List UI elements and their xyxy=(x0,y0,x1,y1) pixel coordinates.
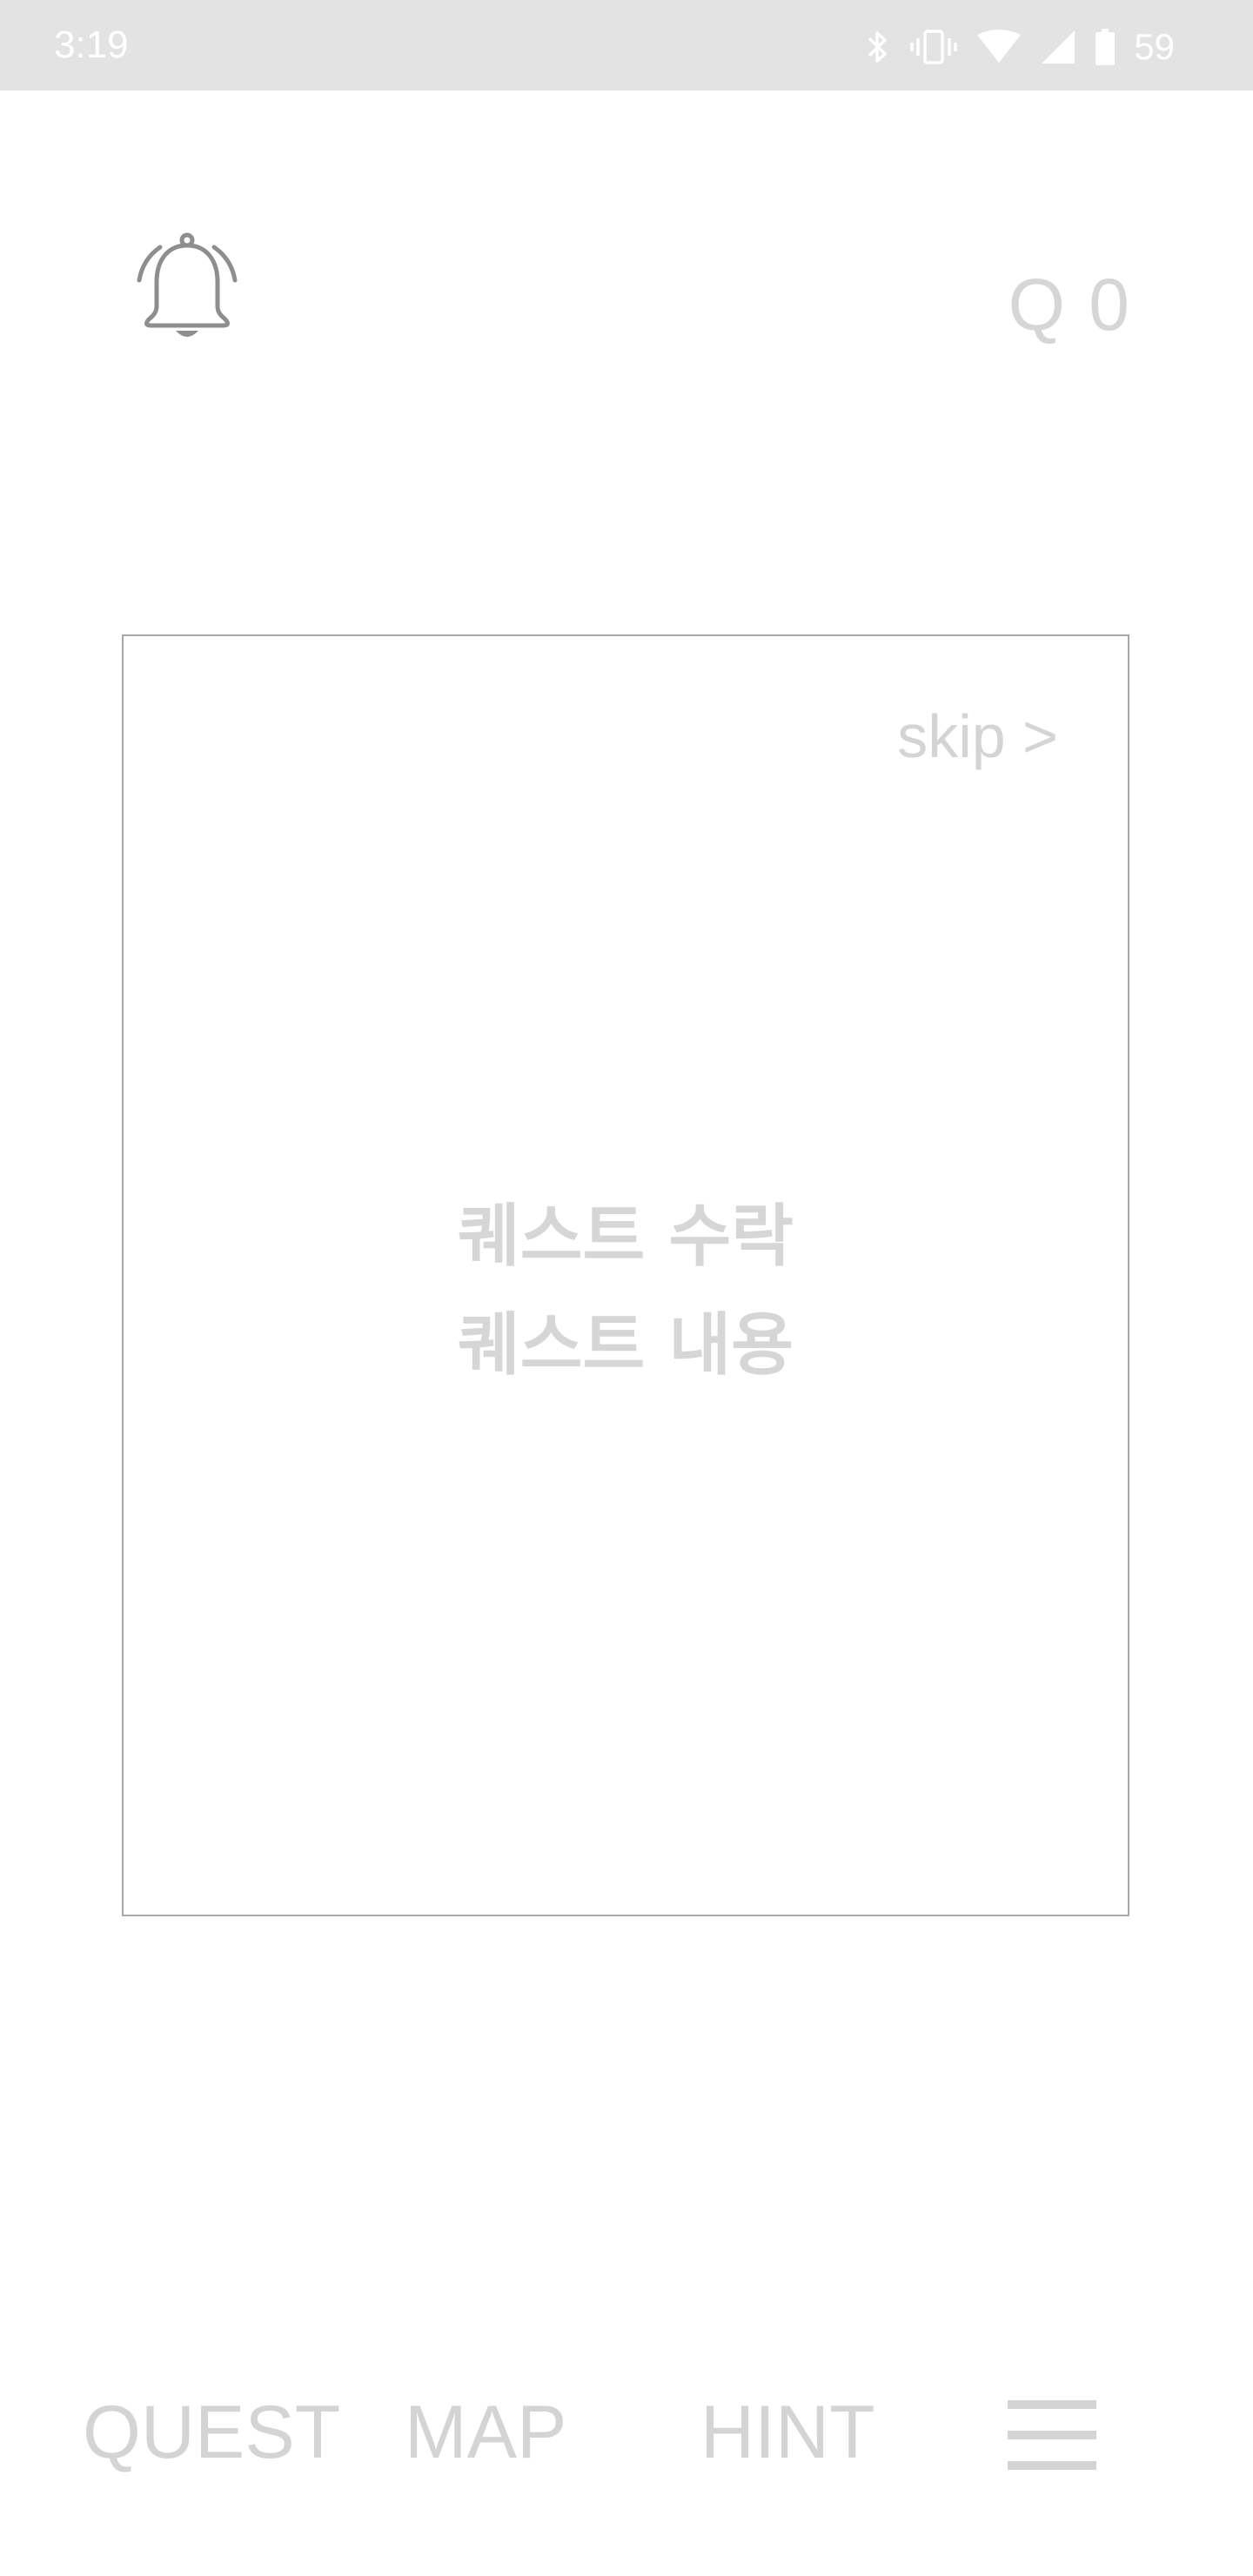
status-icons: 59 xyxy=(866,24,1175,70)
quest-content: 퀘스트 내용 xyxy=(458,1306,794,1385)
bluetooth-icon xyxy=(868,31,888,63)
nav-hint-tab[interactable]: HINT xyxy=(700,2385,875,2480)
skip-button[interactable]: skip > xyxy=(897,697,1058,775)
wifi-icon xyxy=(977,30,1022,63)
battery-icon xyxy=(1096,29,1116,65)
hamburger-menu-icon[interactable] xyxy=(1008,2400,1096,2470)
vibrate-icon xyxy=(910,30,958,64)
nav-quest-tab[interactable]: QUEST xyxy=(83,2385,340,2480)
quest-card[interactable]: skip > 퀘스트 수락 퀘스트 내용 xyxy=(122,634,1129,1916)
bell-icon[interactable] xyxy=(131,228,244,350)
bottom-nav: QUEST MAP HINT xyxy=(0,2385,1253,2480)
q-counter: Q 0 xyxy=(1008,264,1131,345)
quest-title: 퀘스트 수락 xyxy=(458,1197,794,1276)
signal-icon xyxy=(1042,30,1075,64)
nav-map-tab[interactable]: MAP xyxy=(405,2385,566,2480)
status-time: 3:19 xyxy=(54,23,129,66)
status-bar: 3:19 59 xyxy=(0,0,1253,91)
battery-level: 59 xyxy=(1134,26,1175,67)
